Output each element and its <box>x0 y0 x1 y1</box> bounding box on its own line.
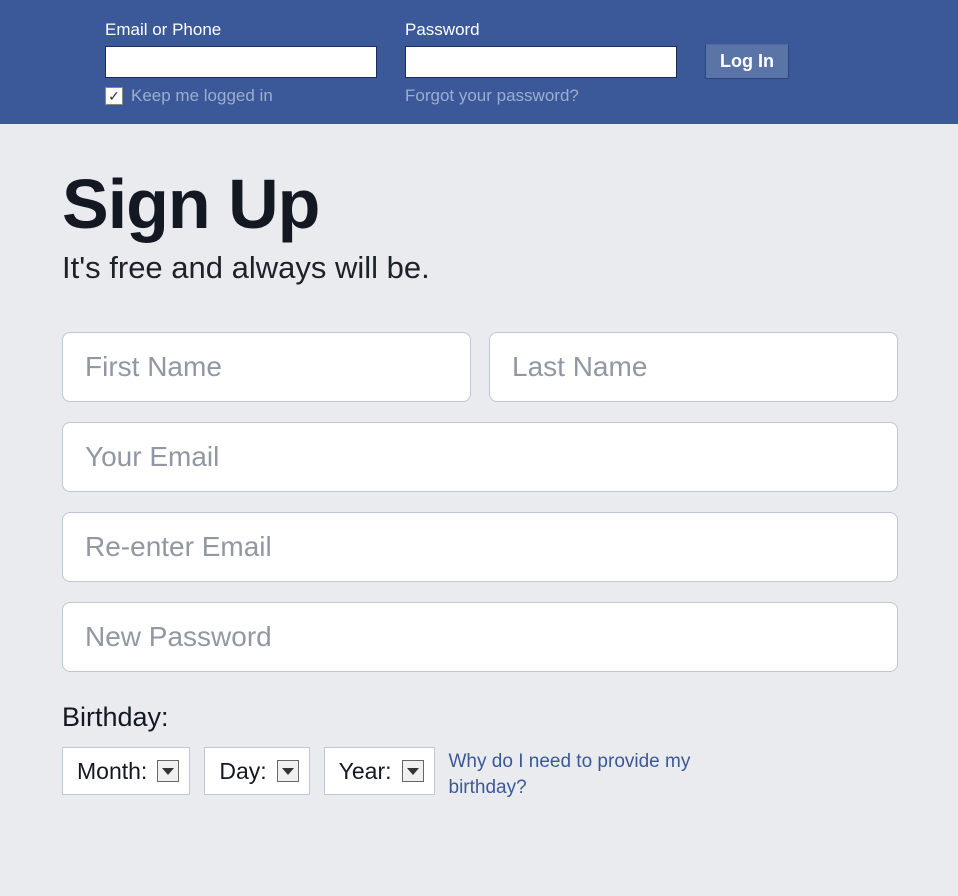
new-password-input[interactable] <box>62 602 898 672</box>
keep-logged-in-label: Keep me logged in <box>131 86 273 106</box>
login-password-column: Password Forgot your password? <box>405 20 677 106</box>
forgot-password-link[interactable]: Forgot your password? <box>405 86 677 106</box>
why-birthday-link[interactable]: Why do I need to provide my birthday? <box>449 747 729 800</box>
email-row <box>62 422 898 492</box>
month-select[interactable]: Month: <box>62 747 190 795</box>
day-select-label: Day: <box>219 758 266 785</box>
login-button-column: Log In <box>705 20 789 79</box>
signup-title: Sign Up <box>62 164 898 244</box>
reenter-email-input[interactable] <box>62 512 898 582</box>
keep-logged-in-row: ✓ Keep me logged in <box>105 86 377 106</box>
day-select[interactable]: Day: <box>204 747 309 795</box>
login-email-column: Email or Phone ✓ Keep me logged in <box>105 20 377 106</box>
month-select-label: Month: <box>77 758 147 785</box>
birthday-row: Month: Day: Year: Why do I need to provi… <box>62 747 898 800</box>
signup-subtitle: It's free and always will be. <box>62 250 898 286</box>
login-bar: Email or Phone ✓ Keep me logged in Passw… <box>0 0 958 124</box>
chevron-down-icon <box>402 760 424 782</box>
login-bar-inner: Email or Phone ✓ Keep me logged in Passw… <box>0 20 958 106</box>
last-name-input[interactable] <box>489 332 898 402</box>
chevron-down-icon <box>157 760 179 782</box>
email-label: Email or Phone <box>105 20 377 40</box>
chevron-down-icon <box>277 760 299 782</box>
login-button[interactable]: Log In <box>705 44 789 79</box>
birthday-label: Birthday: <box>62 702 898 733</box>
keep-logged-in-checkbox[interactable]: ✓ <box>105 87 123 105</box>
year-select[interactable]: Year: <box>324 747 435 795</box>
signup-email-input[interactable] <box>62 422 898 492</box>
password-label: Password <box>405 20 677 40</box>
password-input[interactable] <box>405 46 677 78</box>
first-name-input[interactable] <box>62 332 471 402</box>
name-row <box>62 332 898 402</box>
year-select-label: Year: <box>339 758 392 785</box>
reemail-row <box>62 512 898 582</box>
signup-section: Sign Up It's free and always will be. Bi… <box>0 124 958 800</box>
password-row <box>62 602 898 672</box>
check-icon: ✓ <box>108 89 120 103</box>
email-input[interactable] <box>105 46 377 78</box>
